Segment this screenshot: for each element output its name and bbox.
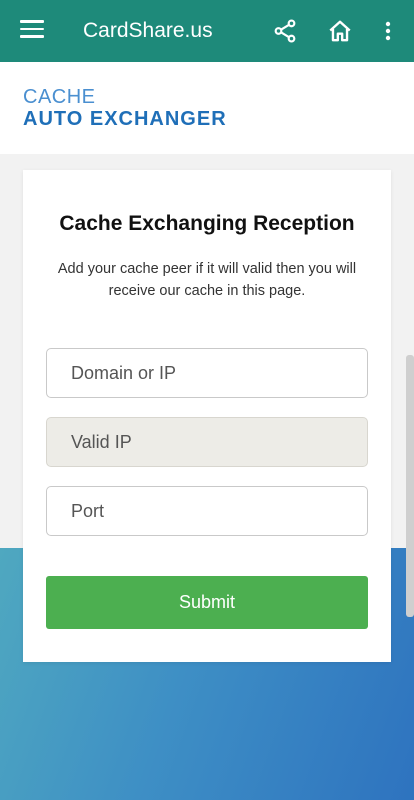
app-title: CardShare.us xyxy=(83,19,213,42)
page-subtitle: CACHE xyxy=(23,86,96,108)
page-title: AUTO EXCHANGER xyxy=(23,108,227,130)
submit-button[interactable]: Submit xyxy=(46,576,368,629)
menu-icon[interactable] xyxy=(20,20,44,40)
more-vert-icon[interactable] xyxy=(376,18,400,44)
app-bar: CardShare.us xyxy=(0,0,414,62)
share-icon[interactable] xyxy=(272,18,298,44)
form-card: Cache Exchanging Reception Add your cach… xyxy=(23,170,391,662)
domain-input[interactable] xyxy=(46,348,368,398)
page-header: CACHE AUTO EXCHANGER xyxy=(0,62,414,154)
home-icon[interactable] xyxy=(327,18,353,44)
port-input[interactable] xyxy=(46,486,368,536)
form-heading: Cache Exchanging Reception xyxy=(59,212,355,235)
valid-ip-input[interactable] xyxy=(46,417,368,467)
form-description: Add your cache peer if it will valid the… xyxy=(57,261,357,299)
scrollbar[interactable] xyxy=(406,355,414,617)
